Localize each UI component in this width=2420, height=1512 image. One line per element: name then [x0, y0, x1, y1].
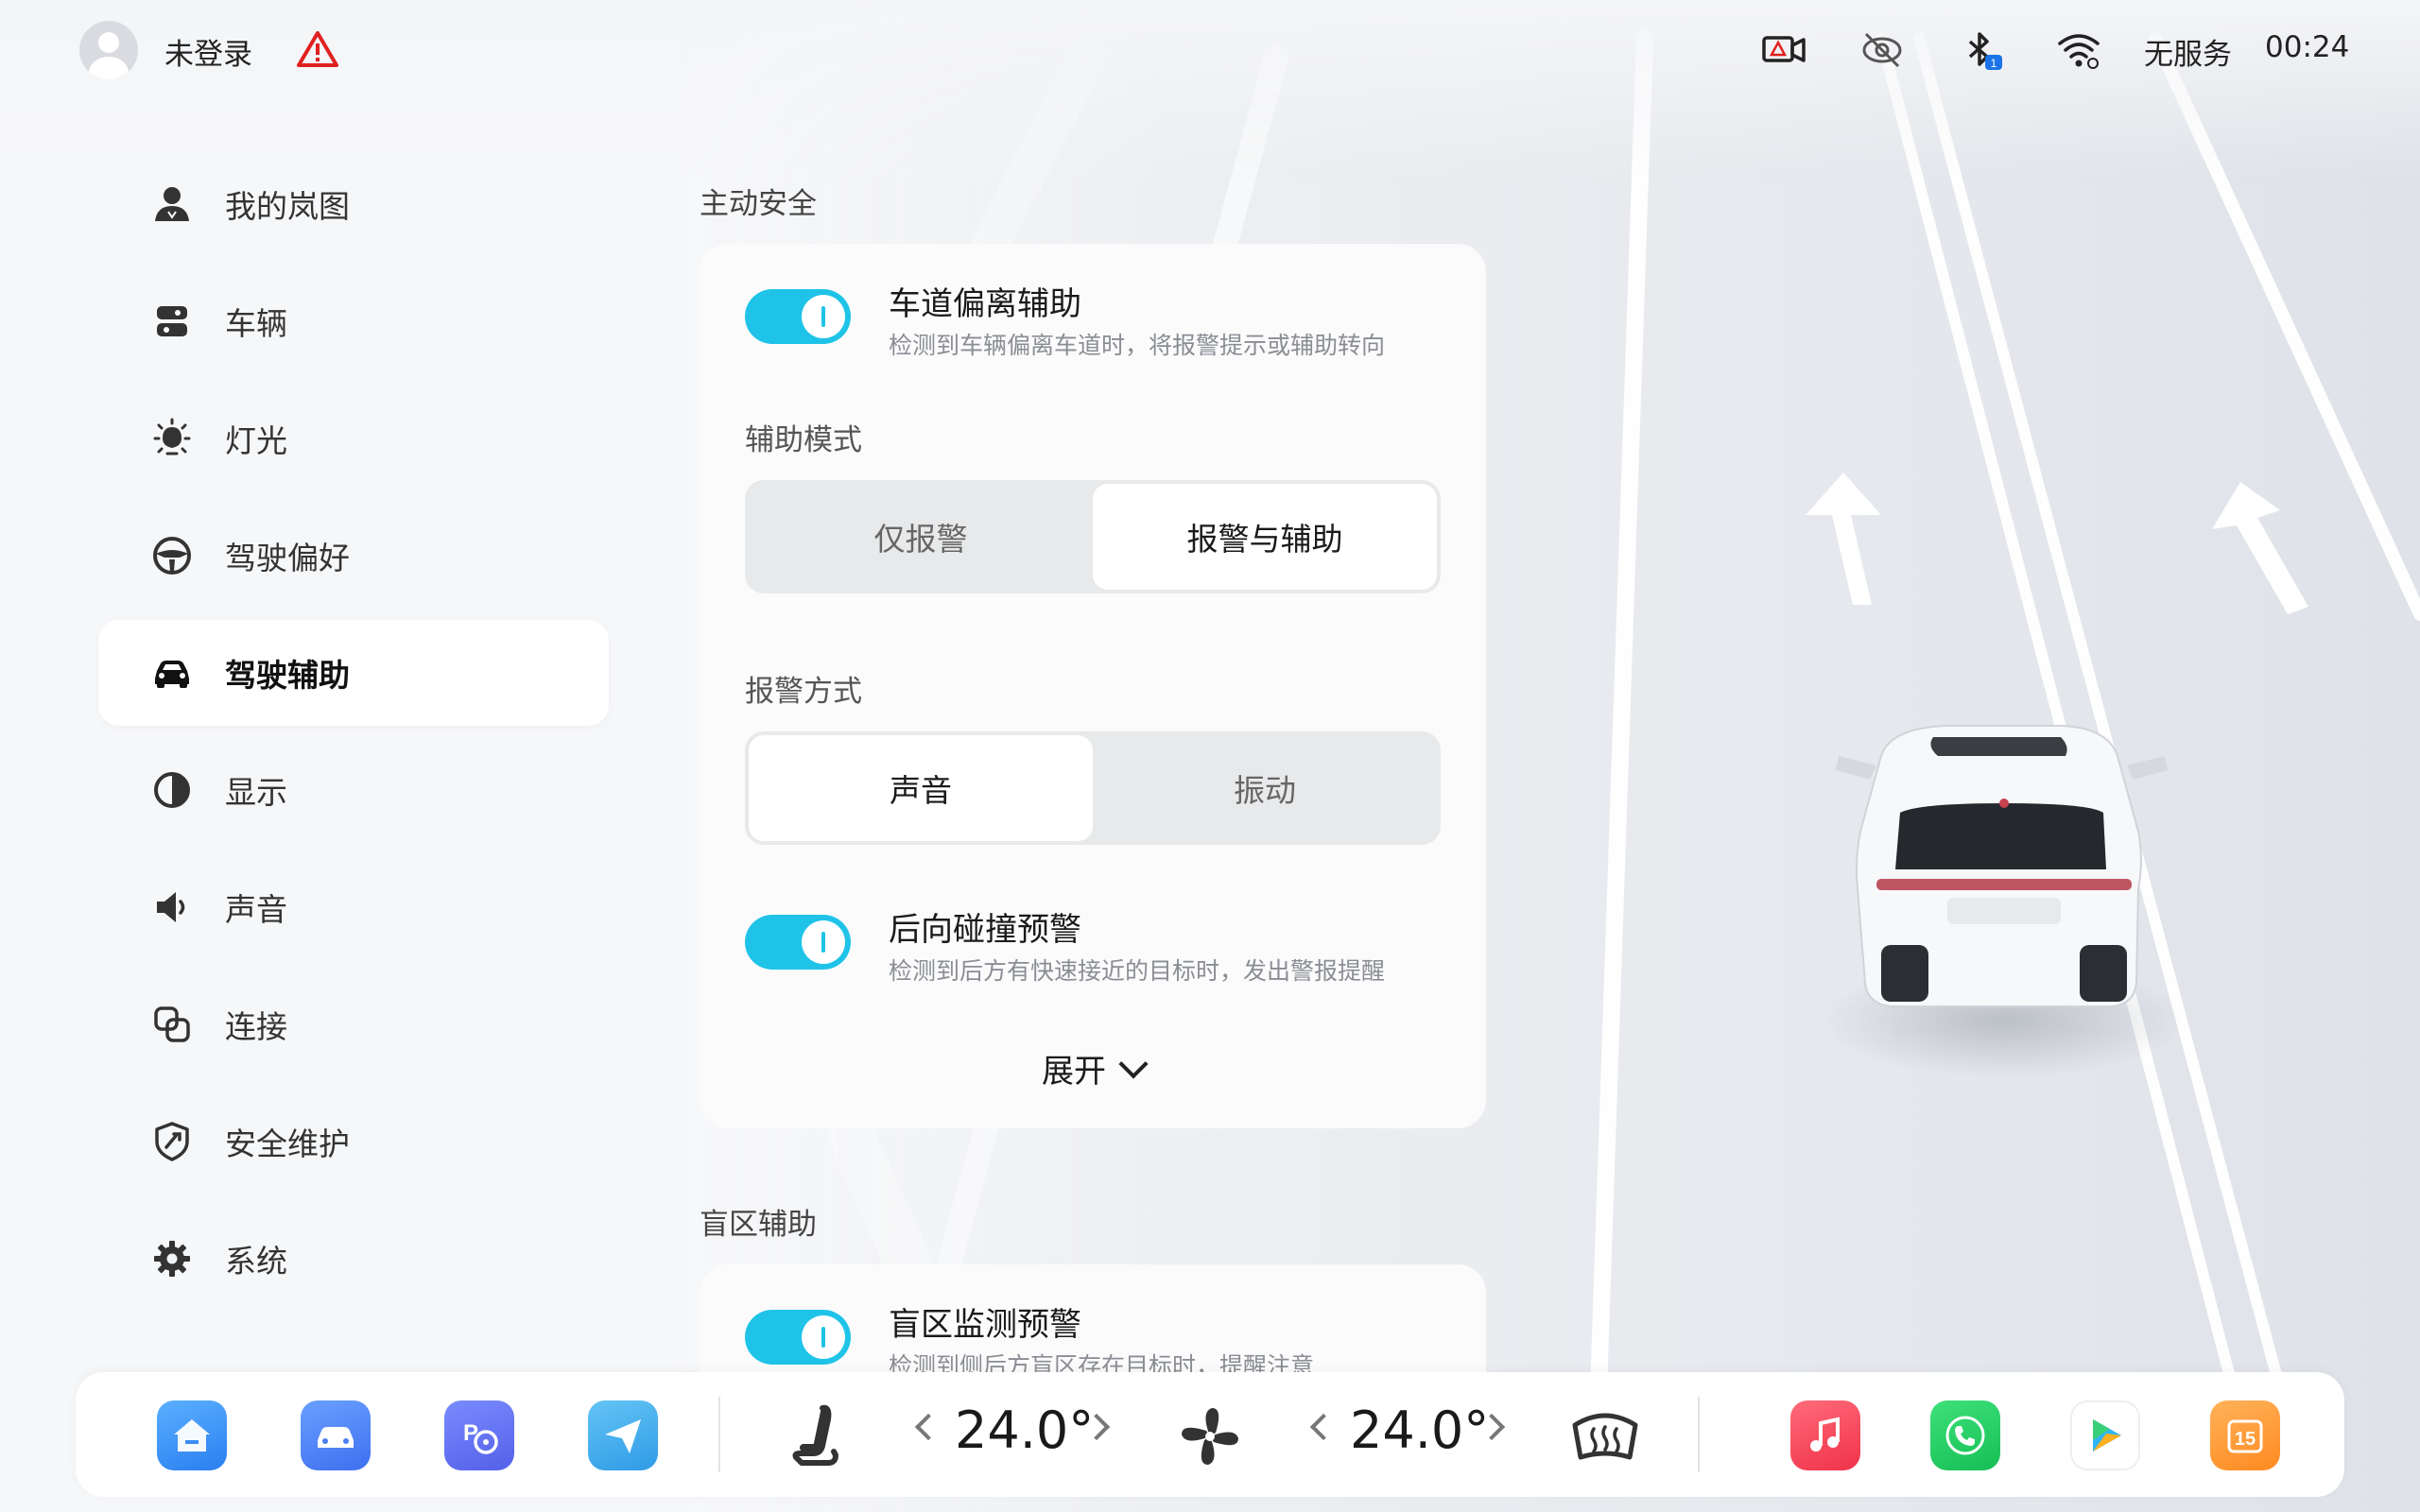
parking-app-icon[interactable]: P	[444, 1400, 514, 1470]
sidebar-item-label: 灯光	[225, 422, 287, 459]
sidebar-item-lights[interactable]: 灯光	[98, 386, 609, 491]
speaker-icon	[157, 892, 185, 922]
sidebar-item-sound[interactable]: 声音	[98, 854, 609, 960]
sidebar-item-label: 声音	[225, 891, 287, 928]
shield-icon	[155, 1122, 189, 1161]
right-temperature: 24.0°	[1350, 1400, 1490, 1460]
sidebar-item-label: 系统	[225, 1243, 287, 1280]
seat-icon[interactable]	[781, 1399, 856, 1474]
bottom-dock: P 24.0° 24.0° 15	[76, 1372, 2344, 1497]
section-title-blind-spot: 盲区辅助	[700, 1208, 817, 1242]
steering-wheel-icon	[153, 537, 191, 575]
alert-method-sound[interactable]: 声音	[749, 735, 1093, 841]
alert-method-segmented-control: 声音 振动	[745, 731, 1441, 845]
rear-collision-desc: 检测到后方有快速接近的目标时，发出警报提醒	[889, 957, 1386, 985]
sidebar-item-vehicle[interactable]: 车辆	[98, 268, 609, 374]
sidebar-item-label: 显示	[225, 774, 287, 811]
sidebar-item-label: 安全维护	[225, 1125, 350, 1162]
left-temperature: 24.0°	[955, 1400, 1095, 1460]
car-app-icon[interactable]	[301, 1400, 371, 1470]
assist-mode-alert-only[interactable]: 仅报警	[749, 484, 1093, 590]
sidebar-item-driving-preference[interactable]: 驾驶偏好	[98, 503, 609, 609]
calendar-day: 15	[2235, 1429, 2256, 1450]
fan-icon[interactable]	[1172, 1399, 1248, 1474]
profile-icon	[155, 187, 189, 221]
clock: 00:24	[2265, 30, 2350, 64]
light-icon	[153, 418, 191, 455]
wifi-icon[interactable]	[2055, 28, 2102, 72]
camera-off-icon[interactable]	[1858, 28, 1906, 72]
right-temp-decrease[interactable]	[1309, 1413, 1338, 1441]
sidebar-item-label: 驾驶偏好	[225, 540, 350, 576]
dock-divider	[718, 1397, 720, 1472]
bluetooth-badge: 1	[1991, 57, 1997, 70]
left-temp-decrease[interactable]	[914, 1413, 942, 1441]
section-title-active-safety: 主动安全	[700, 187, 817, 221]
sidebar-item-safety-maintenance[interactable]: 安全维护	[98, 1089, 609, 1194]
network-status-text: 无服务	[2144, 38, 2232, 72]
alert-method-vibration[interactable]: 振动	[1093, 735, 1437, 841]
assist-mode-alert-and-assist[interactable]: 报警与辅助	[1093, 484, 1437, 590]
dashcam-icon[interactable]	[1760, 28, 1807, 72]
blind-spot-title: 盲区监测预警	[889, 1306, 1081, 1344]
sidebar-item-connection[interactable]: 连接	[98, 971, 609, 1077]
blind-spot-toggle[interactable]	[745, 1310, 851, 1365]
sidebar-item-system[interactable]: 系统	[98, 1206, 609, 1312]
video-app-icon[interactable]	[2070, 1400, 2140, 1470]
lane-departure-title: 车道偏离辅助	[889, 285, 1081, 323]
avatar[interactable]	[79, 21, 138, 79]
status-bar: 未登录 1 无服务 00:24	[0, 0, 2420, 104]
settings-sidebar: 我的岚图 车辆 灯光 驾驶偏好 驾驶辅助 显示 声音 连接 安全维护 系统	[98, 151, 609, 1323]
sidebar-item-label: 车辆	[225, 305, 287, 342]
sidebar-item-label: 我的岚图	[225, 188, 350, 225]
home-app-icon[interactable]	[157, 1400, 227, 1470]
chevron-down-icon	[1118, 1049, 1149, 1079]
assist-mode-segmented-control: 仅报警 报警与辅助	[745, 480, 1441, 593]
music-app-icon[interactable]	[1790, 1400, 1860, 1470]
lane-departure-desc: 检测到车辆偏离车道时，将报警提示或辅助转向	[889, 332, 1386, 359]
bluetooth-icon[interactable]: 1	[1957, 28, 2004, 72]
expand-button[interactable]: 展开	[700, 1045, 1486, 1091]
login-status-text[interactable]: 未登录	[164, 30, 252, 73]
sidebar-item-my-voyah[interactable]: 我的岚图	[98, 151, 609, 257]
navigation-app-icon[interactable]	[588, 1400, 658, 1470]
dock-divider	[1698, 1397, 1700, 1472]
sidebar-item-label: 连接	[225, 1008, 287, 1045]
display-icon	[154, 772, 190, 808]
vehicle-icon	[157, 306, 187, 336]
car-icon	[155, 661, 189, 688]
sidebar-item-label: 驾驶辅助	[225, 657, 350, 694]
warning-icon[interactable]	[297, 30, 338, 68]
assist-mode-title: 辅助模式	[745, 423, 862, 457]
rear-collision-toggle[interactable]	[745, 915, 851, 970]
active-safety-card: 车道偏离辅助 检测到车辆偏离车道时，将报警提示或辅助转向 辅助模式 仅报警 报警…	[700, 244, 1486, 1128]
gear-icon	[154, 1241, 190, 1277]
alert-method-title: 报警方式	[745, 675, 862, 709]
rear-defrost-icon[interactable]	[1567, 1399, 1643, 1474]
rear-collision-title: 后向碰撞预警	[889, 911, 1081, 949]
connection-icon	[154, 1006, 190, 1042]
calendar-app-icon[interactable]: 15	[2210, 1400, 2280, 1470]
expand-label: 展开	[1042, 1053, 1106, 1091]
sidebar-item-driving-assist[interactable]: 驾驶辅助	[98, 620, 609, 726]
lane-departure-toggle[interactable]	[745, 289, 851, 344]
sidebar-item-display[interactable]: 显示	[98, 737, 609, 843]
phone-app-icon[interactable]	[1930, 1400, 2000, 1470]
